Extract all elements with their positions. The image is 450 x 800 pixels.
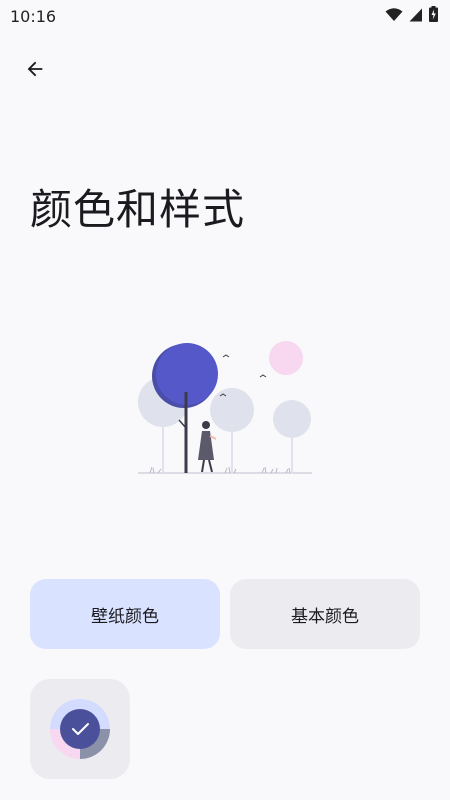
tab-wallpaper-colors[interactable]: 壁纸颜色 bbox=[30, 579, 220, 649]
battery-charging-icon bbox=[429, 6, 438, 26]
color-source-tabs: 壁纸颜色 基本颜色 bbox=[30, 579, 420, 649]
cellular-signal-icon bbox=[409, 7, 423, 26]
back-button[interactable] bbox=[14, 50, 56, 92]
palette-swatch bbox=[50, 699, 110, 759]
tab-basic-colors[interactable]: 基本颜色 bbox=[230, 579, 420, 649]
palette-option-card[interactable] bbox=[30, 679, 130, 779]
status-icons bbox=[385, 6, 438, 26]
wifi-icon bbox=[385, 7, 403, 26]
page-title: 颜色和样式 bbox=[30, 185, 246, 234]
status-time: 10:16 bbox=[10, 6, 57, 26]
arrow-left-icon bbox=[24, 58, 46, 84]
color-style-illustration bbox=[130, 332, 320, 486]
status-bar: 10:16 bbox=[0, 0, 450, 32]
